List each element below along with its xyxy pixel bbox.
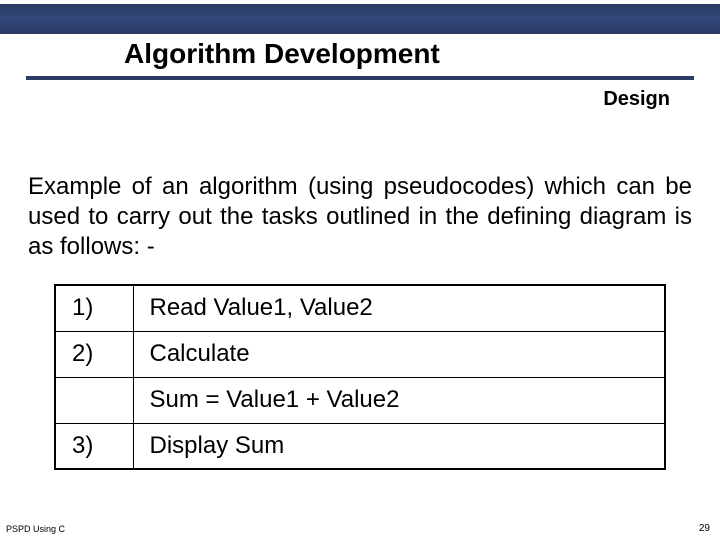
step-text: Sum = Value1 + Value2 [133, 377, 665, 423]
title-underline [26, 76, 694, 80]
step-number: 1) [55, 285, 133, 331]
step-text: Display Sum [133, 423, 665, 469]
body-paragraph: Example of an algorithm (using pseudocod… [28, 172, 692, 262]
slide: Algorithm Development Design Example of … [0, 0, 720, 540]
step-text: Calculate [133, 331, 665, 377]
table-row: 2) Calculate [55, 331, 665, 377]
steps-table: 1) Read Value1, Value2 2) Calculate Sum … [54, 284, 666, 470]
step-text: Read Value1, Value2 [133, 285, 665, 331]
step-number [55, 377, 133, 423]
table-row: 1) Read Value1, Value2 [55, 285, 665, 331]
footer-left: PSPD Using C [6, 524, 65, 534]
step-number: 2) [55, 331, 133, 377]
top-band [0, 4, 720, 34]
table-row: Sum = Value1 + Value2 [55, 377, 665, 423]
page-number: 29 [699, 523, 710, 534]
step-number: 3) [55, 423, 133, 469]
page-subtitle: Design [603, 88, 670, 111]
table-row: 3) Display Sum [55, 423, 665, 469]
page-title: Algorithm Development [124, 38, 440, 70]
